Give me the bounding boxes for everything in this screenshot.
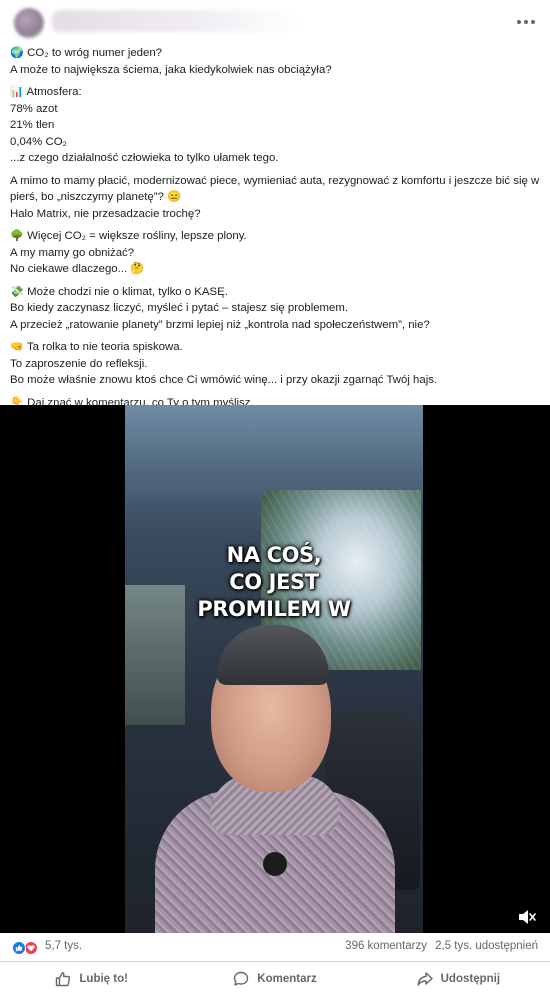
post-paragraph: 🌍 CO₂ to wróg numer jeden? A może to najw…	[10, 45, 542, 78]
avatar[interactable]	[14, 8, 44, 38]
post-line: 💸 Może chodzi nie o klimat, tylko o KASĘ…	[10, 284, 542, 301]
more-options-icon[interactable]	[514, 12, 538, 32]
post-line-text: Ta rolka to nie teoria spiskowa.	[26, 341, 183, 353]
video-caption: NA COŚ, CO JEST PROMILEM W	[125, 542, 423, 623]
post-paragraph: 🌳 Więcej CO₂ = większe rośliny, lepsze p…	[10, 228, 542, 278]
volume-icon[interactable]	[517, 908, 537, 926]
emoji-icon: 🌍	[10, 46, 24, 59]
share-label: Udostępnij	[440, 973, 501, 985]
emoji-icon: 🌳	[10, 229, 24, 242]
post-line: Bo kiedy zaczynasz liczyć, myśleć i pyta…	[10, 300, 542, 317]
post-line: 78% azot	[10, 101, 542, 118]
shares-count[interactable]: 2,5 tys. udostępnień	[435, 940, 538, 952]
post-paragraph: 🤜 Ta rolka to nie teoria spiskowa. To zap…	[10, 339, 542, 389]
like-button[interactable]: Lubię to!	[0, 963, 183, 995]
reaction-count[interactable]: 5,7 tys.	[45, 940, 82, 952]
post-line: ...z czego działalność człowieka to tylk…	[10, 150, 542, 167]
post-line-text: A my mamy go obniżać?	[10, 246, 135, 259]
post-line-text: To zaproszenie do refleksji.	[10, 357, 148, 370]
share-arrow-icon	[417, 972, 433, 986]
post-paragraph: 💸 Może chodzi nie o klimat, tylko o KASĘ…	[10, 284, 542, 334]
post-line-text: A przecież „ratowanie planety” brzmi lep…	[10, 318, 430, 331]
video-frame	[125, 405, 423, 933]
emoji-icon: 📊	[10, 85, 24, 98]
post-line-text: 21% tlen	[10, 119, 55, 131]
post-line: 🌍 CO₂ to wróg numer jeden?	[10, 45, 542, 62]
comments-count[interactable]: 396 komentarzy	[345, 940, 427, 952]
emoji-icon: 💸	[10, 284, 24, 298]
caption-line: NA COŚ,	[226, 543, 322, 567]
post-line: A my mamy go obniżać?	[10, 245, 542, 262]
post-line-text: Bo może właśnie znowu ktoś chce Ci wmówi…	[10, 374, 438, 386]
post-line-text: ...z czego działalność człowieka to tylk…	[10, 152, 279, 164]
caption-line: CO JEST	[229, 570, 319, 594]
post-actions: Lubię to! Komentarz Udostępnij	[0, 963, 550, 995]
post-line-text: Bo kiedy zaczynasz liczyć, myśleć i pyta…	[10, 302, 349, 314]
thumbs-up-icon	[56, 972, 71, 987]
post-line: Halo Matrix, nie przesadzacie trochę?	[10, 206, 542, 223]
post-line: 🌳 Więcej CO₂ = większe rośliny, lepsze p…	[10, 228, 542, 245]
post-paragraph: 📊 Atmosfera: 78% azot 21% tlen 0,04% CO₂...…	[10, 84, 542, 167]
post-line: A może to największa ściema, jaka kiedyk…	[10, 62, 542, 79]
post-line-text: CO₂ to wróg numer jeden?	[27, 47, 163, 59]
post-line: 🤜 Ta rolka to nie teoria spiskowa.	[10, 339, 542, 356]
comment-button[interactable]: Komentarz	[183, 963, 366, 995]
post-line-text: A mimo to mamy płacić, modernizować piec…	[10, 174, 540, 204]
post-body: 🌍 CO₂ to wróg numer jeden? A może to najw…	[10, 45, 542, 434]
post-line: 21% tlen	[10, 117, 542, 134]
emoji-icon: 🤜	[10, 340, 24, 353]
post-line-text: Atmosfera:	[26, 86, 82, 98]
post-line-text: No ciekawe dlaczego... 🤔	[10, 263, 145, 275]
post-line-text: Więcej CO₂ = większe rośliny, lepsze plo…	[27, 230, 247, 242]
post-line: To zaproszenie do refleksji.	[10, 356, 542, 373]
comment-label: Komentarz	[257, 973, 317, 985]
post-line-text: 78% azot	[10, 102, 58, 115]
love-reaction-icon[interactable]	[24, 941, 38, 955]
post-line: 0,04% CO₂	[10, 134, 542, 151]
like-label: Lubię to!	[79, 973, 128, 985]
author-name-blurred[interactable]	[52, 10, 300, 32]
video-player[interactable]: NA COŚ, CO JEST PROMILEM W	[0, 405, 550, 933]
post-line: No ciekawe dlaczego... 🤔	[10, 261, 542, 278]
post-line-text: Halo Matrix, nie przesadzacie trochę?	[10, 207, 201, 220]
post-line-text: A może to największa ściema, jaka kiedyk…	[10, 63, 332, 76]
post-stats: 5,7 tys. 396 komentarzy 2,5 tys. udostęp…	[0, 934, 550, 962]
comment-bubble-icon	[234, 971, 249, 986]
caption-line: PROMILEM W	[197, 597, 351, 621]
post-line-text: 0,04% CO₂	[10, 135, 67, 148]
post-line-text: Może chodzi nie o klimat, tylko o KASĘ.	[27, 285, 228, 298]
post-line: Bo może właśnie znowu ktoś chce Ci wmówi…	[10, 372, 542, 389]
post-paragraph: A mimo to mamy płacić, modernizować piec…	[10, 173, 542, 223]
lapel-mic	[263, 852, 287, 876]
share-button[interactable]: Udostępnij	[367, 963, 550, 995]
post-line: 📊 Atmosfera:	[10, 84, 542, 101]
like-reaction-icon[interactable]	[12, 941, 26, 955]
post-line: A mimo to mamy płacić, modernizować piec…	[10, 173, 542, 206]
post-line: A przecież „ratowanie planety” brzmi lep…	[10, 317, 542, 334]
post-header	[0, 0, 550, 44]
